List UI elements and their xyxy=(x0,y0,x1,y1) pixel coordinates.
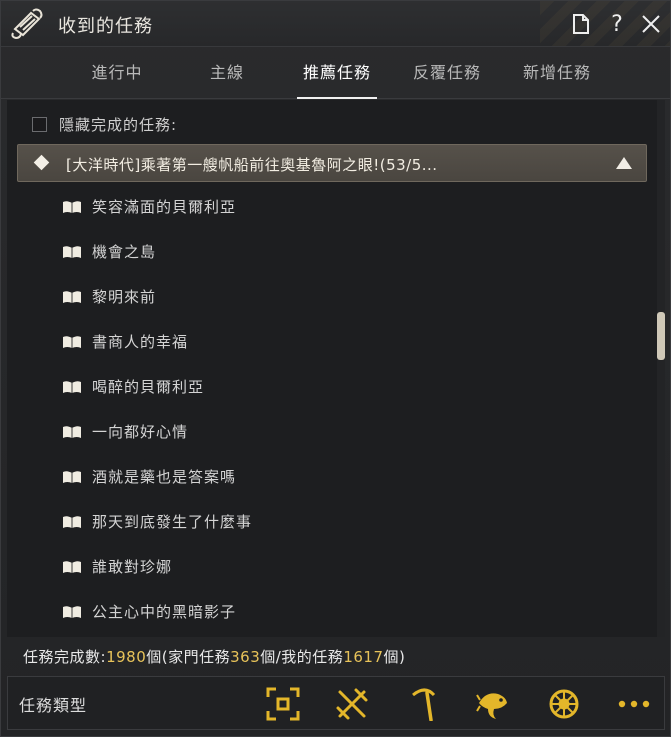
summary-label: 任務完成數: xyxy=(23,648,107,666)
quest-group-title: [大洋時代]乘著第一艘帆船前往奧基魯阿之眼!(53/5... xyxy=(66,156,438,174)
target-icon xyxy=(266,687,300,721)
tab-repeatable[interactable]: 反覆任務 xyxy=(407,49,487,99)
summary-my-count: 1617 xyxy=(343,648,384,666)
close-icon xyxy=(642,15,660,33)
summary-unit-1: 個(家門任務 xyxy=(146,648,231,666)
quest-name: 公主心中的黑暗影子 xyxy=(92,603,237,621)
quest-name: 笑容滿面的貝爾利亞 xyxy=(92,198,237,216)
quest-type-bar: 任務類型 xyxy=(7,676,665,730)
quest-item[interactable]: 書商人的幸福 xyxy=(7,319,647,364)
book-icon xyxy=(63,425,81,438)
quest-name: 那天到底發生了什麼事 xyxy=(92,513,253,531)
window-title: 收到的任務 xyxy=(58,16,153,37)
ship-wheel-icon xyxy=(549,689,579,719)
quest-item[interactable]: 酒就是藥也是答案嗎 xyxy=(7,454,647,499)
title-bar[interactable]: 收到的任務 ? xyxy=(1,1,670,47)
quest-name: 喝醉的貝爾利亞 xyxy=(92,378,205,396)
scrollbar[interactable] xyxy=(657,100,665,637)
hide-completed-checkbox[interactable] xyxy=(32,116,47,132)
quest-name: 書商人的幸福 xyxy=(92,333,189,351)
quest-item[interactable]: 笑容滿面的貝爾利亞 xyxy=(7,184,647,229)
quest-name: 機會之島 xyxy=(92,243,157,261)
quest-item[interactable]: 一向都好心情 xyxy=(7,409,647,454)
quest-item[interactable]: 喝醉的貝爾利亞 xyxy=(7,364,647,409)
book-icon xyxy=(63,605,81,618)
quest-completion-summary: 任務完成數:1980個(家門任務363個/我的任務1617個) xyxy=(23,646,405,667)
book-icon xyxy=(63,290,81,303)
book-icon xyxy=(63,200,81,213)
book-icon xyxy=(63,470,81,483)
tab-in-progress[interactable]: 進行中 xyxy=(79,49,155,99)
summary-family-count: 363 xyxy=(230,648,261,666)
quest-type-gathering-button[interactable] xyxy=(405,685,443,723)
hide-completed-row[interactable]: 隱藏完成的任務: xyxy=(32,114,177,134)
tab-main-story[interactable]: 主線 xyxy=(197,49,257,99)
fish-icon xyxy=(476,693,507,719)
summary-total: 1980 xyxy=(106,648,147,666)
hide-completed-label: 隱藏完成的任務: xyxy=(59,115,178,134)
tab-bar: 進行中 主線 推薦任務 反覆任務 新增任務 xyxy=(1,49,670,99)
quest-name: 酒就是藥也是答案嗎 xyxy=(92,468,237,486)
quest-type-trade-button[interactable] xyxy=(545,685,583,723)
collapse-arrow-icon[interactable] xyxy=(616,157,632,169)
scrollbar-thumb[interactable] xyxy=(657,312,665,360)
quest-window: 收到的任務 ? 進行中 主線 推薦任務 反覆任務 新增任務 隱藏完成的任務: [… xyxy=(0,0,671,737)
quest-group-header[interactable]: [大洋時代]乘著第一艘帆船前往奧基魯阿之眼!(53/5... xyxy=(17,144,647,182)
summary-unit-2: 個/我的任務 xyxy=(260,648,344,666)
book-icon xyxy=(63,245,81,258)
crossed-swords-icon xyxy=(336,688,368,720)
quest-list: 笑容滿面的貝爾利亞 機會之島 黎明來前 書商人的幸福 喝醉的貝爾利亞 一向都好心… xyxy=(7,184,647,634)
page-button[interactable] xyxy=(568,11,594,37)
scroll-icon xyxy=(11,8,43,40)
quest-type-combat-button[interactable] xyxy=(333,685,371,723)
more-icon xyxy=(618,700,650,708)
quest-type-label: 任務類型 xyxy=(19,696,88,715)
tab-recommended[interactable]: 推薦任務 xyxy=(297,49,377,99)
more-options-button[interactable] xyxy=(615,685,653,723)
book-icon xyxy=(63,335,81,348)
quest-list-panel: 隱藏完成的任務: [大洋時代]乘著第一艘帆船前往奧基魯阿之眼!(53/5... … xyxy=(7,100,665,637)
quest-name: 一向都好心情 xyxy=(92,423,189,441)
quest-item[interactable]: 誰敢對珍娜 xyxy=(7,544,647,589)
book-icon xyxy=(63,380,81,393)
page-icon xyxy=(573,14,589,34)
quest-name: 誰敢對珍娜 xyxy=(92,558,173,576)
book-icon xyxy=(63,560,81,573)
summary-unit-3: 個) xyxy=(383,648,406,666)
help-button[interactable]: ? xyxy=(604,11,630,37)
quest-type-fishing-button[interactable] xyxy=(474,685,512,723)
quest-item[interactable]: 那天到底發生了什麼事 xyxy=(7,499,647,544)
book-icon xyxy=(63,515,81,528)
pickaxe-icon xyxy=(412,688,436,721)
close-button[interactable] xyxy=(638,11,664,37)
diamond-icon xyxy=(33,154,50,171)
quest-name: 黎明來前 xyxy=(92,288,157,306)
tab-new[interactable]: 新增任務 xyxy=(517,49,597,99)
quest-item[interactable]: 公主心中的黑暗影子 xyxy=(7,589,647,634)
quest-item[interactable]: 機會之島 xyxy=(7,229,647,274)
quest-item[interactable]: 黎明來前 xyxy=(7,274,647,319)
quest-type-target-button[interactable] xyxy=(264,685,302,723)
